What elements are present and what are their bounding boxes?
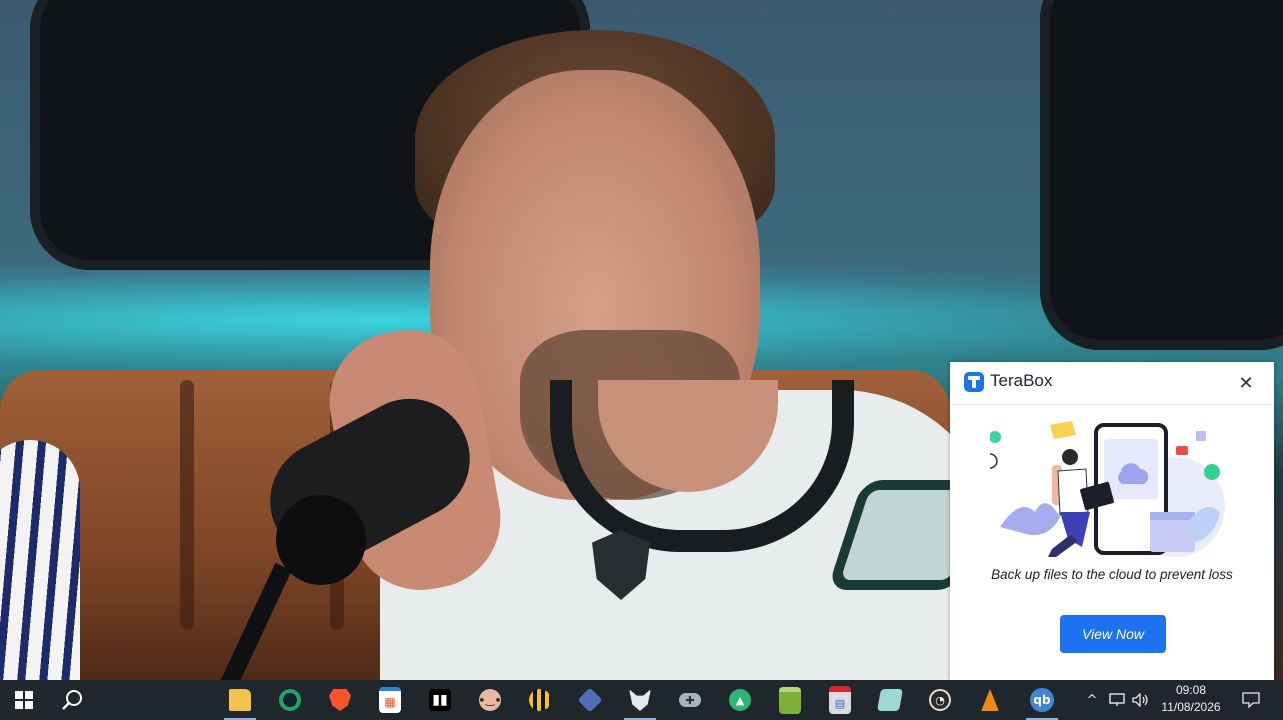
taskbar-obs-studio[interactable]: ◔ — [916, 680, 964, 720]
taskbar-clock[interactable]: 09:08 11/08/2026 — [1154, 682, 1228, 718]
folder-icon — [229, 689, 251, 711]
start-button[interactable] — [0, 680, 48, 720]
popup-header: TeraBox ✕ — [950, 362, 1274, 405]
windows-logo-icon — [15, 691, 33, 709]
striped-shirt-person — [0, 440, 80, 680]
taskbar-green-ring-app[interactable] — [266, 680, 314, 720]
terabox-popup: TeraBox ✕ Back up files to the cloud to … — [950, 362, 1274, 680]
terabox-logo-icon — [964, 372, 984, 392]
couch-seam — [180, 380, 194, 630]
taskbar-face-app[interactable]: •‿• — [466, 680, 514, 720]
face-icon: •‿• — [478, 689, 502, 711]
taskbar-microsoft-store[interactable]: ▦ — [366, 680, 414, 720]
lion-icon — [329, 689, 351, 711]
taskbar-file-explorer[interactable] — [216, 680, 264, 720]
gift-icon: ▤ — [829, 686, 851, 714]
microphone-mount — [276, 495, 366, 585]
taskbar-brave-browser[interactable] — [316, 680, 364, 720]
fox-icon — [629, 689, 651, 711]
qb-icon: qb — [1030, 688, 1054, 712]
taskbar-green-tree-app[interactable]: ▲ — [716, 680, 764, 720]
notification-icon — [1242, 692, 1260, 708]
action-center-button[interactable] — [1236, 680, 1266, 720]
taskbar-cube-app[interactable] — [566, 680, 614, 720]
taskbar: ▦ ▮▮ •‿• ✚ ▲ ▤ ◔ qb ^ 09:08 11/08/2026 — [0, 680, 1283, 720]
cone-icon — [981, 689, 999, 711]
popup-message: Back up files to the cloud to prevent lo… — [991, 567, 1233, 582]
network-icon — [1109, 693, 1125, 706]
cloud-backup-illustration — [990, 421, 1225, 557]
taskbar-bee-app[interactable] — [516, 680, 564, 720]
tray-overflow-button[interactable]: ^ — [1082, 680, 1102, 720]
taskbar-fox-app[interactable] — [616, 680, 664, 720]
clock-date: 11/08/2026 — [1161, 700, 1221, 714]
equalizer-icon: ▮▮ — [429, 689, 451, 711]
taskbar-notes-app[interactable] — [866, 680, 914, 720]
ring-icon — [279, 689, 301, 711]
close-button[interactable]: ✕ — [1234, 372, 1258, 396]
tree-icon: ▲ — [729, 689, 751, 711]
close-icon: ✕ — [1238, 373, 1254, 394]
wall-panel-right — [1040, 0, 1283, 350]
archive-icon — [779, 686, 801, 714]
popup-title: TeraBox — [990, 371, 1053, 390]
bee-icon — [529, 689, 551, 711]
taskbar-game-controller[interactable]: ✚ — [666, 680, 714, 720]
search-button[interactable] — [48, 680, 96, 720]
chevron-up-icon: ^ — [1086, 692, 1098, 708]
cube-icon — [577, 687, 603, 713]
taskbar-vlc-player[interactable] — [966, 680, 1014, 720]
taskbar-gift-app[interactable]: ▤ — [816, 680, 864, 720]
clock-time: 09:08 — [1175, 683, 1207, 697]
store-icon: ▦ — [379, 687, 401, 713]
volume-icon — [1132, 693, 1148, 707]
note-icon — [877, 689, 903, 711]
tray-network[interactable] — [1106, 680, 1128, 720]
view-now-button[interactable]: View Now — [1060, 615, 1166, 653]
taskbar-qbittorrent[interactable]: qb — [1018, 680, 1066, 720]
search-icon — [62, 690, 82, 710]
gamepad-icon: ✚ — [679, 693, 701, 707]
obs-icon: ◔ — [929, 689, 951, 711]
tray-volume[interactable] — [1130, 680, 1152, 720]
taskbar-archive-app[interactable] — [766, 680, 814, 720]
taskbar-audio-app[interactable]: ▮▮ — [416, 680, 464, 720]
